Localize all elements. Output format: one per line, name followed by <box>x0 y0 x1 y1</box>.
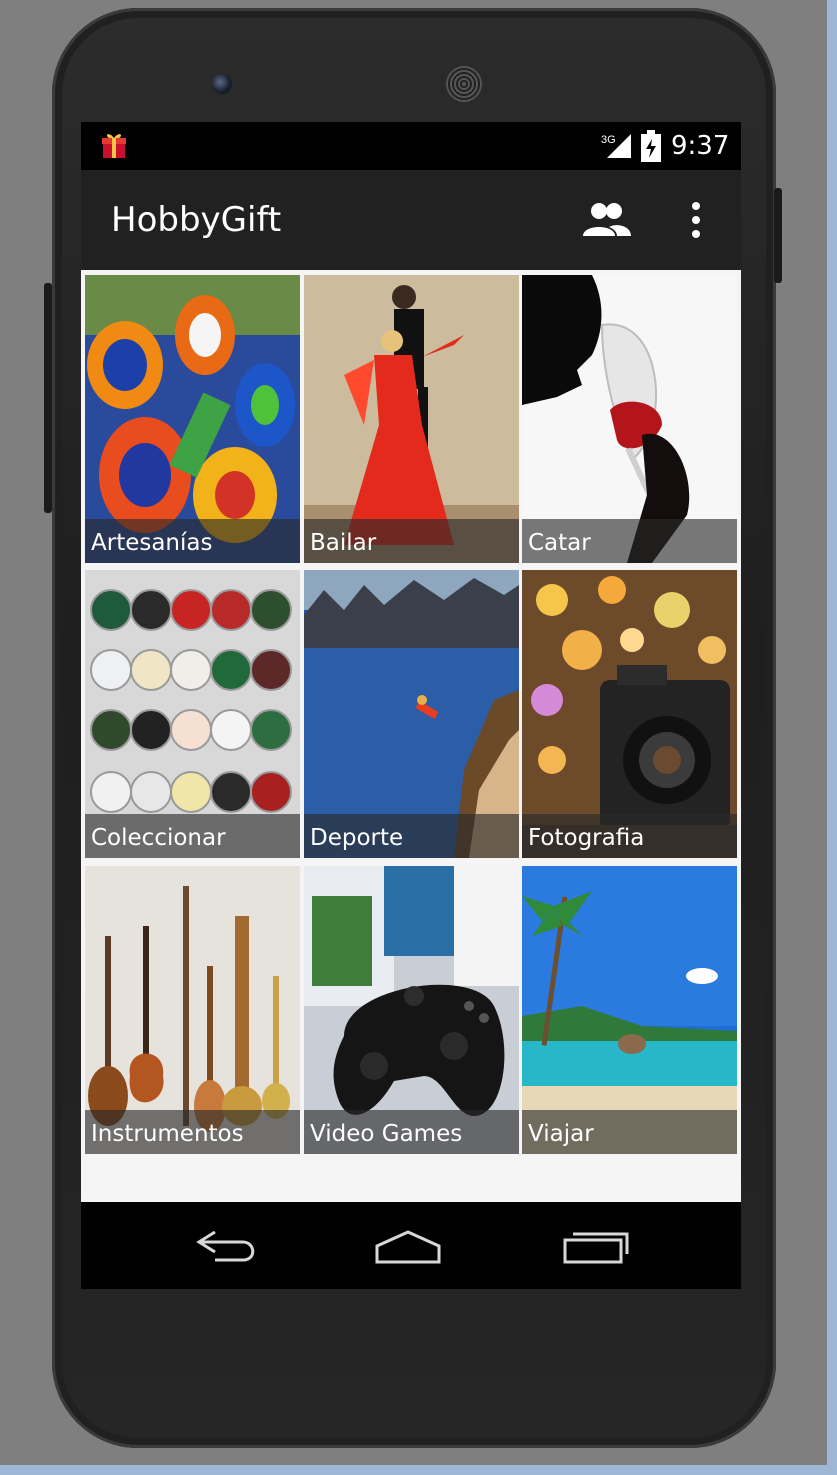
hobby-tile-instrumentos[interactable]: Instrumentos <box>85 866 300 1154</box>
status-bar: 3G 9:37 <box>81 122 741 170</box>
hobby-tile-video-games[interactable]: Video Games <box>304 866 519 1154</box>
window-edge-right <box>827 0 837 1475</box>
navigation-bar <box>81 1202 741 1289</box>
hobby-label: Viajar <box>528 1121 594 1147</box>
hobby-tile-deporte[interactable]: Deporte <box>304 570 519 858</box>
hobby-tile-coleccionar[interactable]: Coleccionar <box>85 570 300 858</box>
device-screen: 3G 9:37 HobbyGift Artesanías Bailar Cata… <box>81 122 741 1289</box>
app-bar: HobbyGift <box>81 170 741 270</box>
proximity-sensor-icon <box>630 78 640 88</box>
app-title: HobbyGift <box>111 200 282 240</box>
gift-notification-icon <box>102 134 126 158</box>
people-icon[interactable] <box>581 200 633 240</box>
hobby-label: Bailar <box>310 530 377 556</box>
back-icon[interactable] <box>193 1224 263 1268</box>
hobby-label: Video Games <box>310 1121 463 1147</box>
earpiece-speaker-icon <box>446 66 482 102</box>
status-time: 9:37 <box>671 131 730 161</box>
battery-icon <box>641 130 661 162</box>
hobby-tile-fotografia[interactable]: Fotografia <box>522 570 737 858</box>
hobby-label: Catar <box>528 530 591 556</box>
window-edge-bottom <box>0 1465 837 1475</box>
hobby-tile-catar[interactable]: Catar <box>522 275 737 563</box>
hobby-label: Artesanías <box>91 530 213 556</box>
hobby-tile-bailar[interactable]: Bailar <box>304 275 519 563</box>
hobby-tile-viajar[interactable]: Viajar <box>522 866 737 1154</box>
hobby-label: Coleccionar <box>91 825 226 851</box>
hobby-tile-artesanias[interactable]: Artesanías <box>85 275 300 563</box>
recents-icon[interactable] <box>561 1224 631 1268</box>
home-icon[interactable] <box>373 1224 443 1268</box>
light-sensor-icon <box>650 78 660 88</box>
hobby-label: Instrumentos <box>91 1121 244 1147</box>
volume-button[interactable] <box>44 283 52 513</box>
power-button[interactable] <box>774 188 782 283</box>
hobby-label: Fotografia <box>528 825 645 851</box>
more-vert-icon[interactable] <box>681 198 711 242</box>
front-camera-icon <box>212 74 232 94</box>
signal-icon: 3G <box>601 134 631 158</box>
hobby-label: Deporte <box>310 825 404 851</box>
svg-text:3G: 3G <box>601 134 616 146</box>
hobby-grid: Artesanías Bailar Catar Coleccionar Depo… <box>81 270 741 1162</box>
